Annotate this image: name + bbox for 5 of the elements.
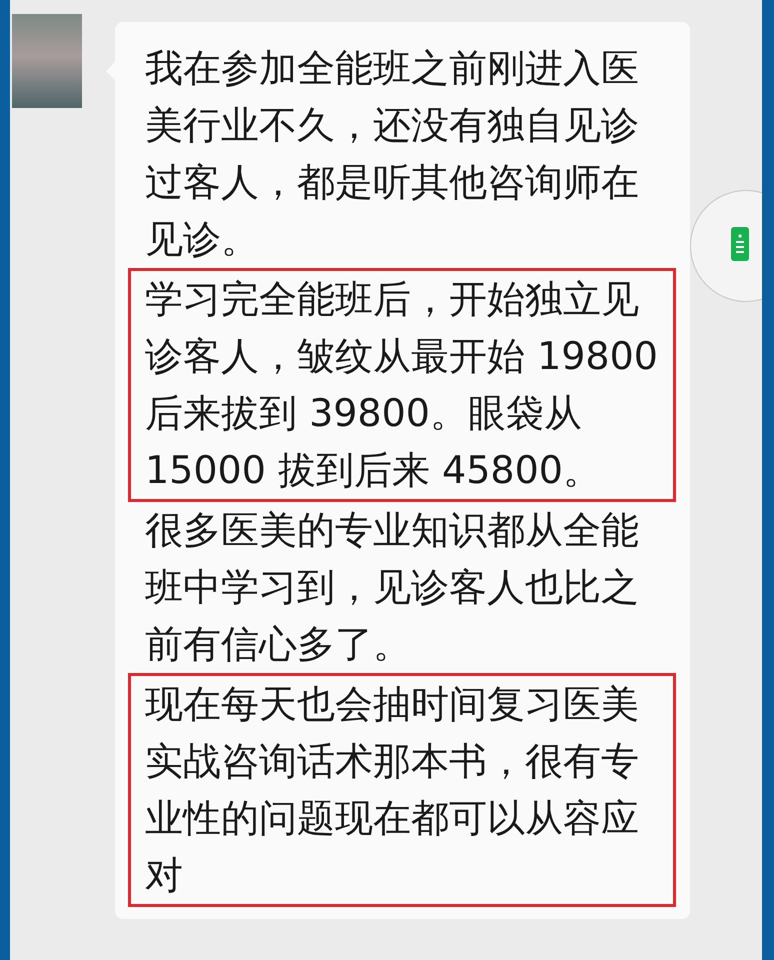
message-text: 我在参加全能班之前刚进入医 美行业不久，还没有独自见诊 过客人，都是听其他咨询师在 见诊。 [144, 45, 640, 263]
list-icon [731, 227, 749, 261]
message-text: 很多医美的专业知识都从全能 班中学习到，见诊客人也比之 前有信心多了。 [144, 507, 640, 668]
message-text: 现在每天也会抽时间复习医美 实战咨询话术那本书，很有专 业性的问题现在都可以从容应 对 [128, 673, 676, 907]
message-text: 学习完全能班后，开始独立见 诊客人，皱纹从最开始 19800 后来拔到 39800。眼袋从 15000 拔到后来 45800。 [128, 268, 676, 502]
